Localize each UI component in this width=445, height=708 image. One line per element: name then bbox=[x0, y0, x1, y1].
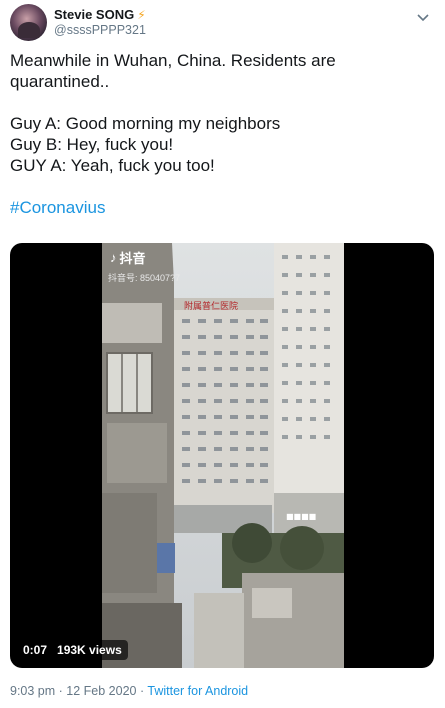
tiktok-app-label: 抖音 bbox=[119, 251, 146, 266]
separator: · bbox=[136, 684, 148, 698]
video-views: 193K views bbox=[57, 643, 122, 657]
separator: · bbox=[55, 684, 67, 698]
music-note-icon: ♪ bbox=[110, 250, 117, 265]
video-frame: 附属普仁医院 ■■■■ bbox=[102, 243, 344, 668]
building-sign: 附属普仁医院 bbox=[184, 300, 238, 312]
chevron-down-icon[interactable] bbox=[415, 10, 431, 26]
tweet-line: GUY A: Yeah, fuck you too! bbox=[10, 156, 215, 175]
tweet-date[interactable]: 12 Feb 2020 bbox=[66, 684, 136, 698]
tiktok-id: 抖音号: 850407?7 bbox=[108, 273, 181, 283]
lightning-icon: ⚡ bbox=[137, 7, 146, 22]
video-duration: 0:07 bbox=[23, 643, 48, 657]
tweet-header: Stevie SONG ⚡ @ssssPPPP321 bbox=[10, 4, 435, 44]
tweet-line: Meanwhile in Wuhan, China. Residents are… bbox=[10, 51, 336, 91]
tweet-line: Guy A: Good morning my neighbors bbox=[10, 114, 281, 133]
display-name[interactable]: Stevie SONG bbox=[54, 7, 134, 22]
user-name-row[interactable]: Stevie SONG ⚡ bbox=[54, 7, 146, 22]
video-player[interactable]: 附属普仁医院 ■■■■ ♪ 抖音 抖音号: 850407?7 0:07 193K… bbox=[10, 243, 434, 668]
tweet-footer: 9:03 pm · 12 Feb 2020 · Twitter for Andr… bbox=[10, 684, 248, 698]
tweet-text: Meanwhile in Wuhan, China. Residents are… bbox=[10, 50, 435, 218]
tiktok-logo: ♪ 抖音 bbox=[110, 248, 146, 267]
tweet-time[interactable]: 9:03 pm bbox=[10, 684, 55, 698]
video-badge: 0:07 193K views bbox=[17, 640, 128, 660]
avatar[interactable] bbox=[10, 4, 47, 41]
tweet-line: Guy B: Hey, fuck you! bbox=[10, 135, 174, 154]
svg-text:■■■■: ■■■■ bbox=[286, 512, 316, 521]
user-handle[interactable]: @ssssPPPP321 bbox=[54, 23, 146, 37]
hashtag-link[interactable]: #Coronavius bbox=[10, 198, 105, 217]
source-app-link[interactable]: Twitter for Android bbox=[147, 684, 248, 698]
